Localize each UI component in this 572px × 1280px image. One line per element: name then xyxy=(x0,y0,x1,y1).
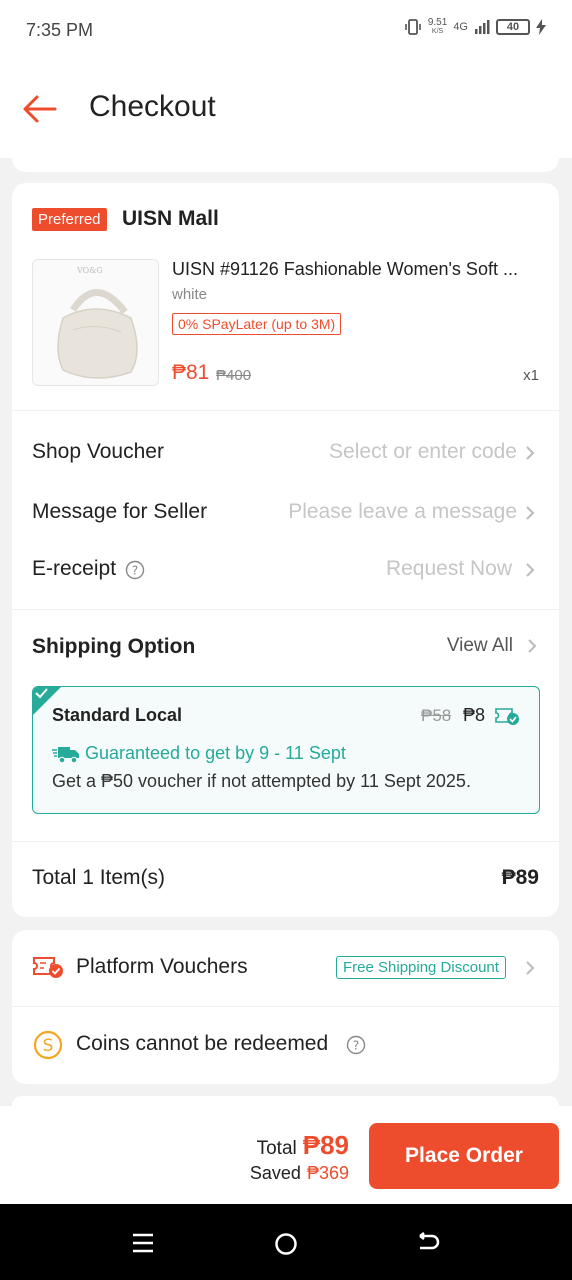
shipping-option-name: Standard Local xyxy=(52,705,183,725)
place-order-button[interactable]: Place Order xyxy=(369,1123,559,1189)
chevron-right-icon xyxy=(526,961,535,975)
shop-voucher-label: Shop Voucher xyxy=(32,440,164,463)
shop-card: Preferred UISN Mall VO&G UISN #91126 Fas… xyxy=(12,183,559,917)
chevron-right-icon xyxy=(526,563,535,577)
ereceipt-label: E-receipt xyxy=(32,557,117,580)
footer-total: Total ₱89 xyxy=(256,1130,349,1160)
coin-icon: S xyxy=(33,1030,63,1060)
voucher-icon xyxy=(33,957,63,978)
product-variant: white xyxy=(172,286,208,303)
svg-text:S: S xyxy=(43,1036,54,1056)
vibrate-icon xyxy=(405,19,421,35)
battery-icon: 40 xyxy=(496,19,530,35)
message-for-seller-row[interactable]: Message for Seller Please leave a messag… xyxy=(12,483,559,543)
shipping-voucher-icon xyxy=(495,708,519,725)
shipping-price: ₱8 xyxy=(463,705,486,725)
shipping-option-title: Shipping Option xyxy=(32,635,196,658)
header xyxy=(0,62,572,158)
product-quantity: x1 xyxy=(523,367,539,384)
shop-name[interactable]: UISN Mall xyxy=(122,207,219,231)
svg-text:?: ? xyxy=(132,564,138,578)
platform-vouchers-row[interactable]: Platform Vouchers Free Shipping Discount xyxy=(12,930,559,1006)
chevron-right-icon xyxy=(528,639,537,653)
delivery-guarantee: Guaranteed to get by 9 - 11 Sept xyxy=(85,743,346,763)
help-icon[interactable]: ? xyxy=(125,560,145,580)
late-delivery-voucher-note: Get a ₱50 voucher if not attempted by 11… xyxy=(52,771,471,791)
product-image[interactable]: VO&G xyxy=(32,259,159,386)
back-button[interactable] xyxy=(18,88,60,130)
checkout-bottom-bar: Total ₱89 Saved ₱369 Place Order xyxy=(0,1106,572,1204)
coins-label: Coins cannot be redeemed xyxy=(76,1032,329,1055)
network-type: 4G xyxy=(453,21,468,33)
free-shipping-tag: Free Shipping Discount xyxy=(336,956,506,979)
ereceipt-value: Request Now xyxy=(385,557,512,580)
spaylater-tag: 0% SPayLater (up to 3M) xyxy=(172,313,342,335)
charging-icon xyxy=(536,19,546,35)
product-name[interactable]: UISN #91126 Fashionable Women's Soft ... xyxy=(172,259,542,280)
footer-saved-value: ₱369 xyxy=(306,1163,349,1183)
status-time: 7:35 PM xyxy=(26,20,94,40)
system-nav-bar xyxy=(0,1204,572,1280)
back-nav-icon[interactable] xyxy=(416,1232,442,1256)
order-total-label: Total 1 Item(s) xyxy=(32,866,166,889)
divider xyxy=(12,609,559,610)
view-all-link[interactable]: View All xyxy=(447,635,539,657)
platform-vouchers-label: Platform Vouchers xyxy=(76,955,248,978)
shop-voucher-placeholder: Select or enter code xyxy=(329,440,517,463)
shipping-option-card[interactable]: Standard Local ₱58 ₱8 Guaranteed to get … xyxy=(32,686,540,814)
footer-saved: Saved ₱369 xyxy=(249,1163,349,1183)
delivery-truck-icon xyxy=(52,747,79,764)
vouchers-card: Platform Vouchers Free Shipping Discount… xyxy=(12,930,559,1084)
check-icon xyxy=(35,688,48,699)
divider xyxy=(12,841,559,842)
help-icon[interactable]: ? xyxy=(346,1035,366,1055)
page-title: Checkout xyxy=(89,90,216,123)
preferred-badge: Preferred xyxy=(32,208,107,231)
ereceipt-row[interactable]: E-receipt ? Request Now xyxy=(12,543,559,599)
coins-row: S Coins cannot be redeemed ? xyxy=(12,1007,559,1083)
message-input[interactable]: Please leave a message xyxy=(288,500,517,524)
chevron-right-icon xyxy=(526,446,535,460)
product-price: ₱81 xyxy=(172,361,210,384)
signal-icon xyxy=(475,20,490,34)
footer-total-value: ₱89 xyxy=(302,1130,349,1160)
back-arrow-icon xyxy=(23,95,57,123)
previous-section-card xyxy=(12,150,559,172)
status-icons: 9.51 K/S 4G 40 xyxy=(404,18,546,36)
shop-voucher-row[interactable]: Shop Voucher Select or enter code xyxy=(12,423,559,483)
message-label: Message for Seller xyxy=(32,500,208,523)
shipping-old-price: ₱58 xyxy=(421,706,452,725)
chevron-right-icon xyxy=(526,506,535,520)
svg-text:?: ? xyxy=(353,1039,359,1053)
network-speed: 9.51 K/S xyxy=(427,17,448,36)
order-total-value: ₱89 xyxy=(501,866,539,889)
recent-apps-icon[interactable] xyxy=(131,1232,155,1254)
divider xyxy=(12,410,559,411)
svg-text:VO&G: VO&G xyxy=(76,266,103,275)
home-icon[interactable] xyxy=(273,1231,299,1257)
product-original-price: ₱400 xyxy=(216,367,252,384)
handbag-image: VO&G xyxy=(57,266,138,379)
